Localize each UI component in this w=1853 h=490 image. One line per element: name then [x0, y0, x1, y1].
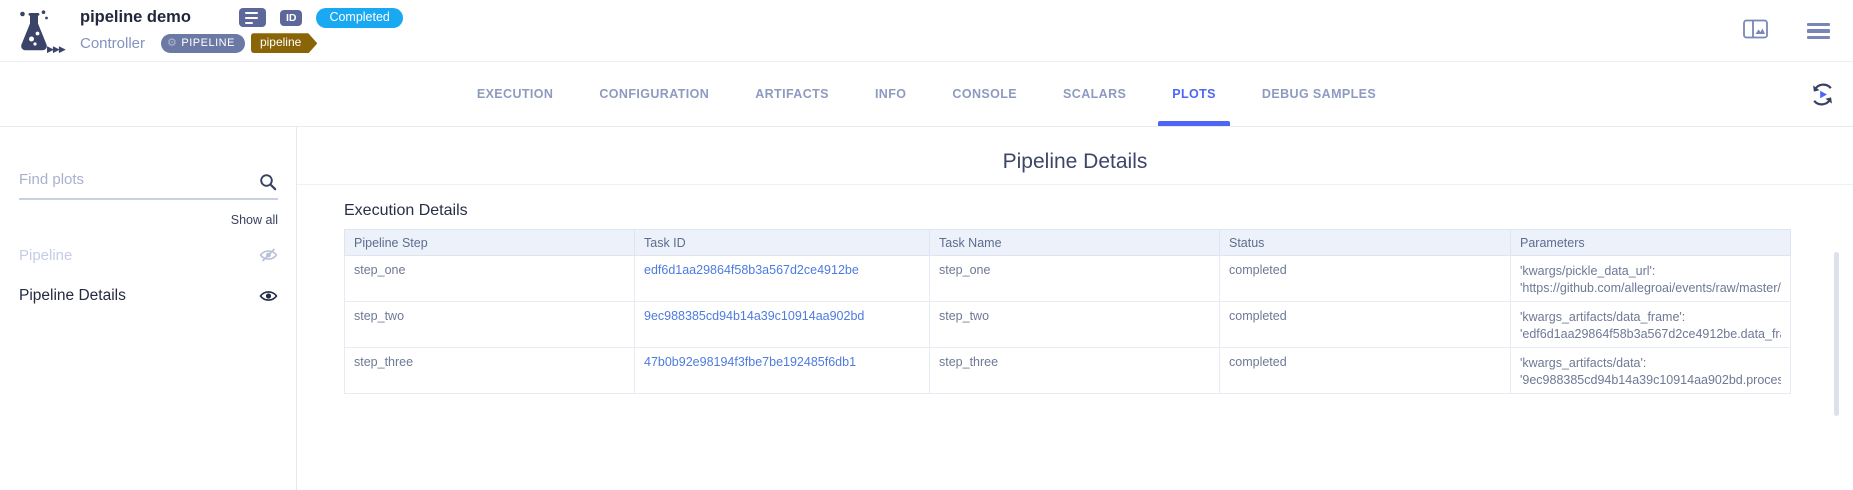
- col-parameters: Parameters: [1511, 230, 1791, 256]
- cell-step: step_two: [345, 302, 635, 348]
- app-logo: ▶▶▶: [14, 7, 72, 55]
- tab-bar: EXECUTION CONFIGURATION ARTIFACTS INFO C…: [0, 62, 1853, 127]
- tab-console[interactable]: CONSOLE: [938, 62, 1031, 126]
- col-task-id: Task ID: [635, 230, 930, 256]
- sidebar-item-label: Pipeline Details: [19, 287, 126, 305]
- table-row: step_two 9ec988385cd94b14a39c10914aa902b…: [345, 302, 1791, 348]
- task-id-link[interactable]: 9ec988385cd94b14a39c10914aa902bd: [644, 309, 864, 323]
- menu-icon[interactable]: [1807, 23, 1830, 40]
- col-status: Status: [1220, 230, 1511, 256]
- plots-sidebar: Show all Pipeline Pipeline Details: [0, 127, 297, 490]
- cell-status: completed: [1220, 302, 1511, 348]
- cell-parameters: 'kwargs/pickle_data_url': 'https://githu…: [1511, 256, 1791, 302]
- show-all-link[interactable]: Show all: [19, 213, 278, 227]
- table-row: step_one edf6d1aa29864f58b3a567d2ce4912b…: [345, 256, 1791, 302]
- tab-plots[interactable]: PLOTS: [1158, 62, 1230, 126]
- system-tag: ⚙ PIPELINE: [161, 34, 245, 53]
- content-area: Show all Pipeline Pipeline Details: [0, 127, 1853, 490]
- eye-off-icon[interactable]: [259, 248, 278, 262]
- cell-task-name: step_two: [930, 302, 1220, 348]
- col-pipeline-step: Pipeline Step: [345, 230, 635, 256]
- logo-triangles-icon: ▶▶▶: [47, 45, 65, 54]
- search-input[interactable]: [19, 171, 244, 188]
- table-row: step_three 47b0b92e98194f3fbe7be192485f6…: [345, 348, 1791, 394]
- title-divider: [297, 184, 1853, 185]
- cell-task-name: step_one: [930, 256, 1220, 302]
- cell-step: step_one: [345, 256, 635, 302]
- auto-refresh-icon[interactable]: [1810, 82, 1835, 107]
- task-id-link[interactable]: 47b0b92e98194f3fbe7be192485f6db1: [644, 355, 856, 369]
- breadcrumb-project: Controller: [80, 35, 145, 52]
- task-id-link[interactable]: edf6d1aa29864f58b3a567d2ce4912be: [644, 263, 859, 277]
- header-actions: [1743, 0, 1830, 62]
- title-block: pipeline demo ID Completed Controller ⚙ …: [80, 8, 403, 54]
- cell-status: completed: [1220, 256, 1511, 302]
- cell-task-name: step_three: [930, 348, 1220, 394]
- tab-scalars[interactable]: SCALARS: [1049, 62, 1140, 126]
- header-bar: ▶▶▶ pipeline demo ID Completed Controlle…: [0, 0, 1853, 62]
- sidebar-item-pipeline-details[interactable]: Pipeline Details: [19, 284, 278, 308]
- search-icon: [259, 173, 277, 196]
- status-badge: Completed: [316, 8, 402, 29]
- sidebar-item-label: Pipeline: [19, 247, 72, 264]
- search-field: [19, 171, 278, 200]
- sidebar-item-pipeline[interactable]: Pipeline: [19, 243, 278, 267]
- gear-icon: ⚙: [167, 38, 177, 49]
- id-badge[interactable]: ID: [280, 10, 303, 27]
- execution-details-table: Pipeline Step Task ID Task Name Status P…: [344, 229, 1791, 394]
- cell-status: completed: [1220, 348, 1511, 394]
- tab-info[interactable]: INFO: [861, 62, 920, 126]
- cell-parameters: 'kwargs_artifacts/data_frame': 'edf6d1aa…: [1511, 302, 1791, 348]
- plot-panel: Pipeline Details Execution Details Pipel…: [297, 127, 1853, 490]
- description-icon[interactable]: [239, 8, 266, 27]
- details-panel-icon[interactable]: [1743, 19, 1768, 44]
- main-scrollbar[interactable]: [1834, 252, 1839, 416]
- table-header-row: Pipeline Step Task ID Task Name Status P…: [345, 230, 1791, 256]
- tab-execution[interactable]: EXECUTION: [463, 62, 568, 126]
- app-window: ▶▶▶ pipeline demo ID Completed Controlle…: [0, 0, 1853, 490]
- page-title: pipeline demo: [80, 8, 191, 27]
- system-tag-label: PIPELINE: [181, 37, 235, 50]
- cell-step: step_three: [345, 348, 635, 394]
- tab-artifacts[interactable]: ARTIFACTS: [741, 62, 843, 126]
- user-tag: pipeline: [251, 33, 317, 53]
- plot-title: Pipeline Details: [297, 150, 1853, 174]
- section-title: Execution Details: [344, 202, 1853, 220]
- tab-configuration[interactable]: CONFIGURATION: [585, 62, 723, 126]
- cell-parameters: 'kwargs_artifacts/data': '9ec988385cd94b…: [1511, 348, 1791, 394]
- eye-icon[interactable]: [259, 289, 278, 303]
- col-task-name: Task Name: [930, 230, 1220, 256]
- tab-debug-samples[interactable]: DEBUG SAMPLES: [1248, 62, 1390, 126]
